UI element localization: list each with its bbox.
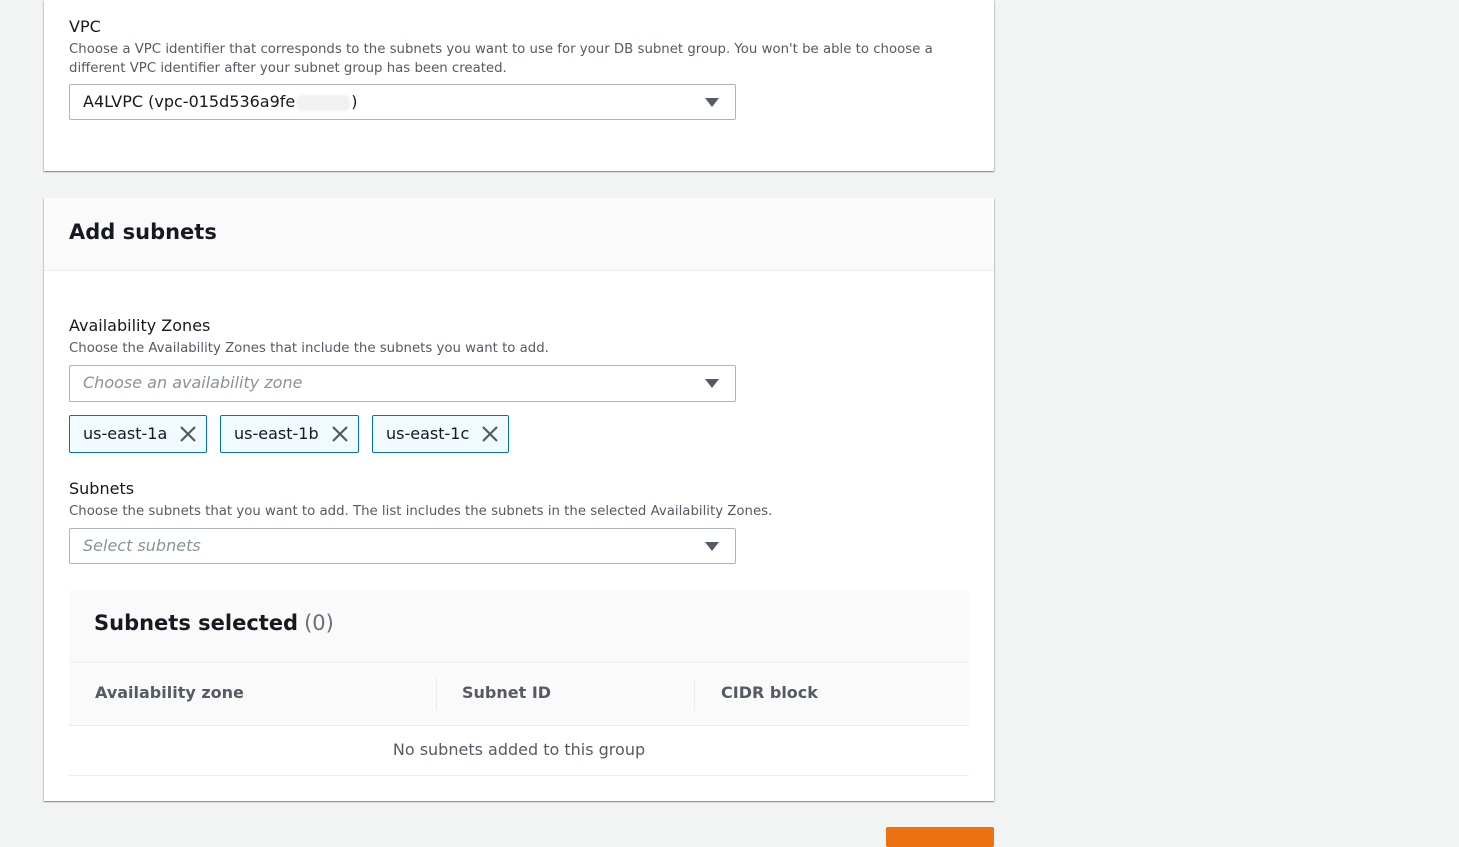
az-token-label: us-east-1c (386, 424, 470, 443)
az-token-us-east-1a: us-east-1a (69, 415, 207, 453)
availability-zone-placeholder: Choose an availability zone (83, 373, 303, 392)
vpc-select-value-suffix: ) (351, 92, 358, 111)
empty-message: No subnets added to this group (392, 740, 646, 759)
column-cidr-block[interactable]: CIDR block (721, 683, 818, 702)
primary-action-button[interactable] (886, 827, 994, 847)
table-header: Subnets selected (0) (69, 590, 969, 663)
vpc-panel: VPC Choose a VPC identifier that corresp… (44, 0, 994, 171)
close-icon[interactable] (480, 424, 500, 444)
vpc-description: Choose a VPC identifier that corresponds… (69, 42, 933, 76)
caret-down-icon (705, 542, 719, 551)
availability-zones-label: Availability Zones (69, 316, 211, 335)
close-icon[interactable] (330, 424, 350, 444)
az-token-label: us-east-1a (83, 424, 168, 443)
column-divider (436, 678, 437, 710)
caret-down-icon (705, 98, 719, 107)
table-title-text: Subnets selected (94, 611, 299, 635)
table-count: (0) (304, 611, 334, 635)
vpc-select-value-prefix: A4LVPC (vpc-015d536a9fe (83, 92, 296, 111)
add-subnets-panel: Add subnets Availability Zones Choose th… (44, 198, 994, 801)
az-token-us-east-1b: us-east-1b (220, 415, 359, 453)
subnets-description: Choose the subnets that you want to add.… (69, 504, 773, 519)
caret-down-icon (705, 379, 719, 388)
vpc-select-value: A4LVPC (vpc-015d536a9fe) (83, 92, 358, 111)
table-column-headers: Availability zone Subnet ID CIDR block (69, 664, 969, 726)
az-token-us-east-1c: us-east-1c (372, 415, 509, 453)
subnets-select[interactable]: Select subnets (69, 528, 736, 564)
redacted-region (296, 94, 351, 111)
subnets-selected-table: Subnets selected (0) Availability zone Su… (69, 590, 969, 776)
add-subnets-title: Add subnets (69, 220, 217, 244)
close-icon[interactable] (178, 424, 198, 444)
column-subnet-id[interactable]: Subnet ID (462, 683, 551, 702)
vpc-label: VPC (69, 17, 101, 36)
az-token-label: us-east-1b (234, 424, 319, 443)
vpc-select[interactable]: A4LVPC (vpc-015d536a9fe) (69, 84, 736, 120)
subnets-label: Subnets (69, 479, 135, 498)
table-title: Subnets selected (0) (94, 611, 334, 635)
column-divider (694, 678, 695, 710)
availability-zone-select[interactable]: Choose an availability zone (69, 365, 736, 402)
column-availability-zone[interactable]: Availability zone (95, 683, 244, 702)
subnets-placeholder: Select subnets (83, 536, 201, 555)
availability-zones-description: Choose the Availability Zones that inclu… (69, 341, 549, 356)
table-empty-row: No subnets added to this group (69, 727, 969, 776)
add-subnets-header: Add subnets (44, 198, 994, 271)
